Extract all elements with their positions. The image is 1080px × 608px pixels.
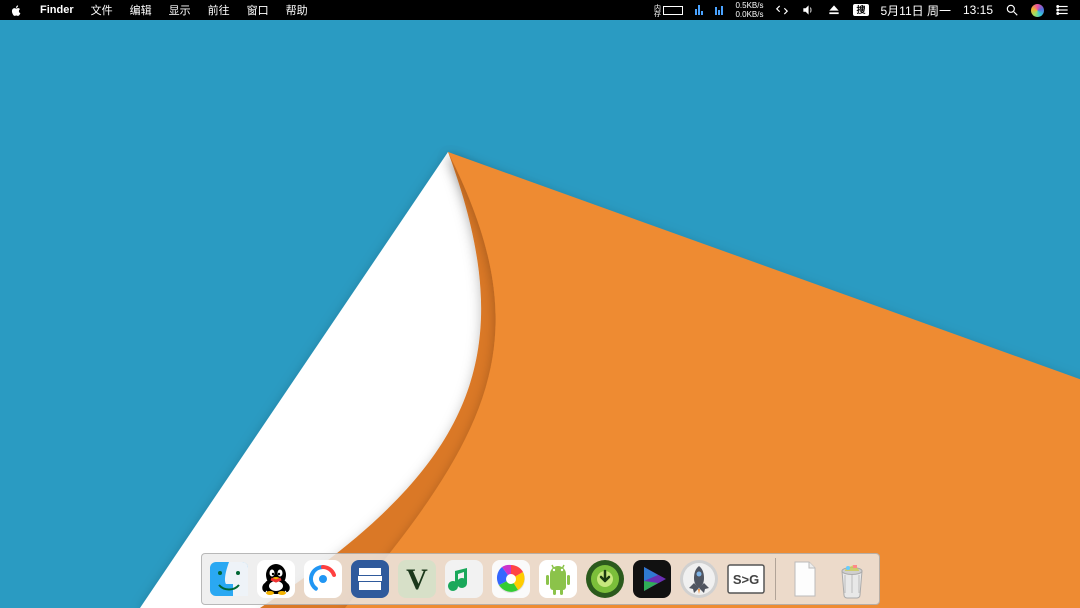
- siri-icon[interactable]: [1031, 4, 1044, 17]
- menu-time[interactable]: 13:15: [963, 3, 993, 17]
- android-transfer-app[interactable]: [538, 559, 578, 599]
- document-item[interactable]: [785, 559, 825, 599]
- net-download: 0.0KB/s: [735, 10, 763, 19]
- activity-bars-icon[interactable]: [695, 5, 703, 15]
- menu-date[interactable]: 5月11日 周一: [881, 2, 951, 19]
- menu-window[interactable]: 窗口: [247, 2, 269, 18]
- screentogif-app[interactable]: S>G: [726, 559, 766, 599]
- spotlight-icon[interactable]: [1005, 3, 1019, 17]
- music-app[interactable]: [444, 559, 484, 599]
- dock-separator: [775, 558, 776, 600]
- apple-menu[interactable]: [10, 4, 23, 17]
- browser-app[interactable]: [491, 559, 531, 599]
- svg-text:S>G: S>G: [732, 572, 758, 587]
- gta-v-app[interactable]: V: [397, 559, 437, 599]
- desktop-wallpaper: [0, 0, 1080, 608]
- memory-indicator[interactable]: 内存: [651, 4, 683, 16]
- notification-center-icon[interactable]: [1056, 3, 1070, 17]
- menu-help[interactable]: 帮助: [286, 2, 308, 18]
- downloader-app[interactable]: [585, 559, 625, 599]
- network-speed-indicator[interactable]: 0.5KB/s 0.0KB/s: [735, 1, 763, 19]
- baidu-netdisk-app[interactable]: [303, 559, 343, 599]
- finder-app[interactable]: [209, 559, 249, 599]
- net-upload: 0.5KB/s: [735, 1, 763, 10]
- pdfelement-app[interactable]: [350, 559, 390, 599]
- menu-edit[interactable]: 编辑: [130, 2, 152, 18]
- menu-bar: Finder 文件 编辑 显示 前往 窗口 帮助 内存 0.5KB/s 0.0K…: [0, 0, 1080, 20]
- menu-go[interactable]: 前往: [208, 2, 230, 18]
- eject-icon[interactable]: [827, 3, 841, 17]
- input-method-icon[interactable]: 搜: [853, 4, 868, 16]
- launchpad-rocket-app[interactable]: [679, 559, 719, 599]
- dock: V S>G: [201, 553, 880, 605]
- qq-app[interactable]: [256, 559, 296, 599]
- trash[interactable]: [832, 559, 872, 599]
- menu-view[interactable]: 显示: [169, 2, 191, 18]
- activity-bars-icon-2[interactable]: [715, 5, 723, 15]
- sync-icon[interactable]: [775, 3, 789, 17]
- menu-file[interactable]: 文件: [91, 2, 113, 18]
- svg-text:V: V: [406, 563, 428, 596]
- media-player-app[interactable]: [632, 559, 672, 599]
- app-menu[interactable]: Finder: [40, 4, 74, 16]
- volume-icon[interactable]: [801, 3, 815, 17]
